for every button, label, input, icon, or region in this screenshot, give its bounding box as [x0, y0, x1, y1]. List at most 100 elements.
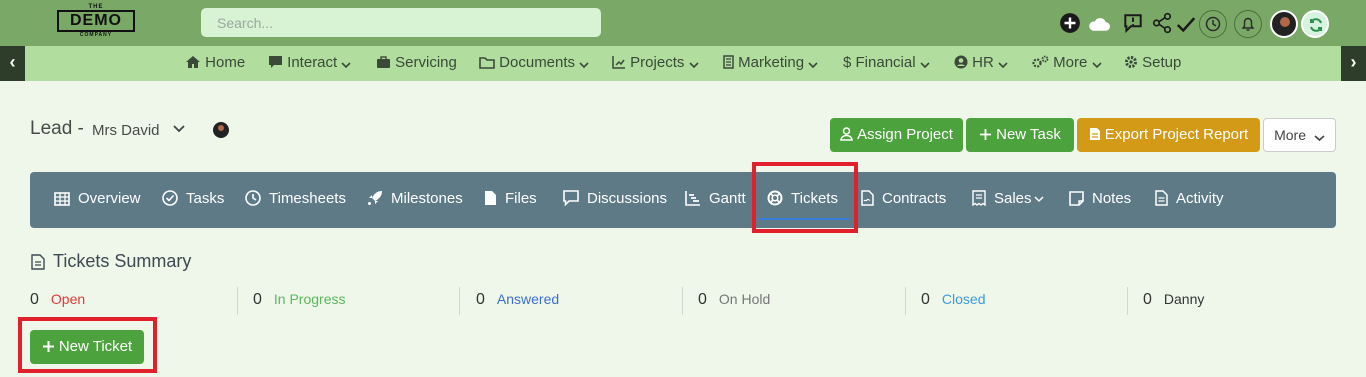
nav-item-financial[interactable]: $ Financial: [843, 46, 930, 81]
tab-contracts[interactable]: Contracts: [861, 172, 946, 228]
contract-icon: [861, 190, 874, 206]
tab-gantt[interactable]: Gantt: [685, 172, 746, 228]
stat-count: 0: [30, 291, 39, 308]
chevron-down-icon: [808, 62, 818, 69]
new-task-button[interactable]: New Task: [966, 118, 1074, 152]
tab-sales[interactable]: Sales: [972, 172, 1044, 228]
nav-item-marketing[interactable]: Marketing: [723, 46, 818, 81]
stat-answered[interactable]: 0 Answered: [476, 291, 559, 311]
tab-discussions[interactable]: Discussions: [563, 172, 667, 228]
chart-icon: [685, 191, 700, 206]
stat-label: On Hold: [718, 291, 771, 307]
nav-item-label: Home: [205, 54, 246, 71]
stat-count: 0: [921, 291, 930, 308]
search-input[interactable]: [201, 8, 601, 37]
chevron-down-icon: [579, 62, 589, 69]
tab-label: Tasks: [186, 190, 225, 207]
lead-name[interactable]: Mrs David: [92, 122, 160, 139]
timer-button[interactable]: [1199, 10, 1227, 38]
user-avatar[interactable]: [1270, 10, 1298, 38]
nav-item-label: Interact: [287, 54, 338, 71]
top-header: THE DEMO COMPANY: [0, 0, 1366, 46]
tab-label: Overview: [78, 190, 141, 207]
nav-item-more[interactable]: More: [1032, 46, 1102, 81]
nav-item-setup[interactable]: Setup: [1124, 46, 1181, 81]
stat-label: Open: [50, 291, 86, 307]
tickets-summary-title: Tickets Summary: [53, 251, 192, 271]
bell-icon: [1241, 17, 1255, 31]
nav-item-servicing[interactable]: Servicing: [376, 46, 457, 81]
highlight-new-ticket-button: [18, 317, 157, 373]
assign-project-button[interactable]: Assign Project: [830, 118, 963, 152]
tab-timesheets[interactable]: Timesheets: [245, 172, 346, 228]
nav-item-projects[interactable]: Projects: [612, 46, 699, 81]
stat-count: 0: [1143, 291, 1152, 308]
tab-label: Timesheets: [269, 190, 346, 207]
activity-icon: [1155, 190, 1168, 206]
chevron-down-icon: [920, 62, 930, 69]
company-logo[interactable]: THE DEMO COMPANY: [57, 4, 135, 38]
divider: [1127, 287, 1128, 315]
nav-item-label: More: [1053, 54, 1088, 71]
nav-item-label: Marketing: [738, 54, 805, 71]
stat-on-hold[interactable]: 0 On Hold: [698, 291, 770, 311]
divider: [905, 287, 906, 315]
clock-icon: [245, 190, 261, 206]
gear-icon: [1125, 56, 1137, 68]
cloud-icon[interactable]: [1088, 13, 1110, 35]
stat-count: 0: [698, 291, 707, 308]
tab-files[interactable]: Files: [484, 172, 537, 228]
notifications-button[interactable]: [1234, 10, 1262, 38]
comment-icon: [269, 56, 282, 68]
sync-button[interactable]: [1301, 10, 1329, 38]
file-icon: [485, 191, 496, 205]
nav-item-documents[interactable]: Documents: [479, 46, 589, 81]
stat-closed[interactable]: 0 Closed: [921, 291, 986, 311]
file-text-icon: [1089, 128, 1100, 140]
dollar-icon: $: [843, 54, 852, 71]
more-label: More: [1274, 127, 1306, 143]
plus-circle-icon[interactable]: [1059, 12, 1081, 34]
stat-open[interactable]: 0 Open: [30, 291, 85, 311]
tab-label: Activity: [1176, 190, 1224, 207]
nav-item-label: Setup: [1142, 54, 1182, 71]
lead-title: Lead -: [30, 118, 84, 139]
nav-scroll-left[interactable]: ‹: [0, 46, 25, 81]
nav-item-hr[interactable]: HR: [954, 46, 1008, 81]
stat-count: 0: [253, 291, 262, 308]
tab-milestones[interactable]: Milestones: [367, 172, 463, 228]
highlight-tickets-tab: [752, 162, 858, 233]
chevron-down-icon: [1034, 196, 1044, 203]
tab-tasks[interactable]: Tasks: [162, 172, 224, 228]
chevron-down-icon: [1314, 135, 1325, 142]
tab-notes[interactable]: Notes: [1069, 172, 1131, 228]
nav-item-label: Servicing: [395, 54, 457, 71]
logo-demo: DEMO: [57, 10, 135, 32]
chevron-down-icon: [688, 62, 699, 69]
tab-label: Contracts: [882, 190, 947, 207]
chevron-down-icon: [341, 62, 351, 69]
export-report-label: Export Project Report: [1104, 126, 1249, 143]
briefcase-icon: [377, 56, 390, 68]
stat-in-progress[interactable]: 0 In Progress: [253, 291, 346, 311]
share-icon[interactable]: [1151, 12, 1173, 34]
folder-icon: [479, 57, 495, 69]
stat-label: Danny: [1163, 291, 1205, 307]
more-button[interactable]: More: [1263, 118, 1336, 152]
tab-label: Milestones: [391, 190, 463, 207]
tab-activity[interactable]: Activity: [1155, 172, 1224, 228]
export-project-report-button[interactable]: Export Project Report: [1077, 118, 1260, 152]
chevron-down-icon[interactable]: [172, 124, 186, 134]
feedback-icon[interactable]: [1122, 12, 1144, 34]
divider: [459, 287, 460, 315]
logo-company: COMPANY: [79, 32, 113, 38]
new-task-label: New Task: [996, 126, 1061, 143]
gears-icon: [1032, 55, 1049, 68]
nav-scroll-right[interactable]: ›: [1341, 46, 1366, 81]
grid-icon: [54, 192, 70, 206]
check-icon[interactable]: [1175, 14, 1197, 36]
tab-overview[interactable]: Overview: [54, 172, 141, 228]
stat-danny[interactable]: 0 Danny: [1143, 291, 1204, 311]
nav-item-interact[interactable]: Interact: [268, 46, 351, 81]
nav-item-home[interactable]: Home: [185, 46, 245, 81]
